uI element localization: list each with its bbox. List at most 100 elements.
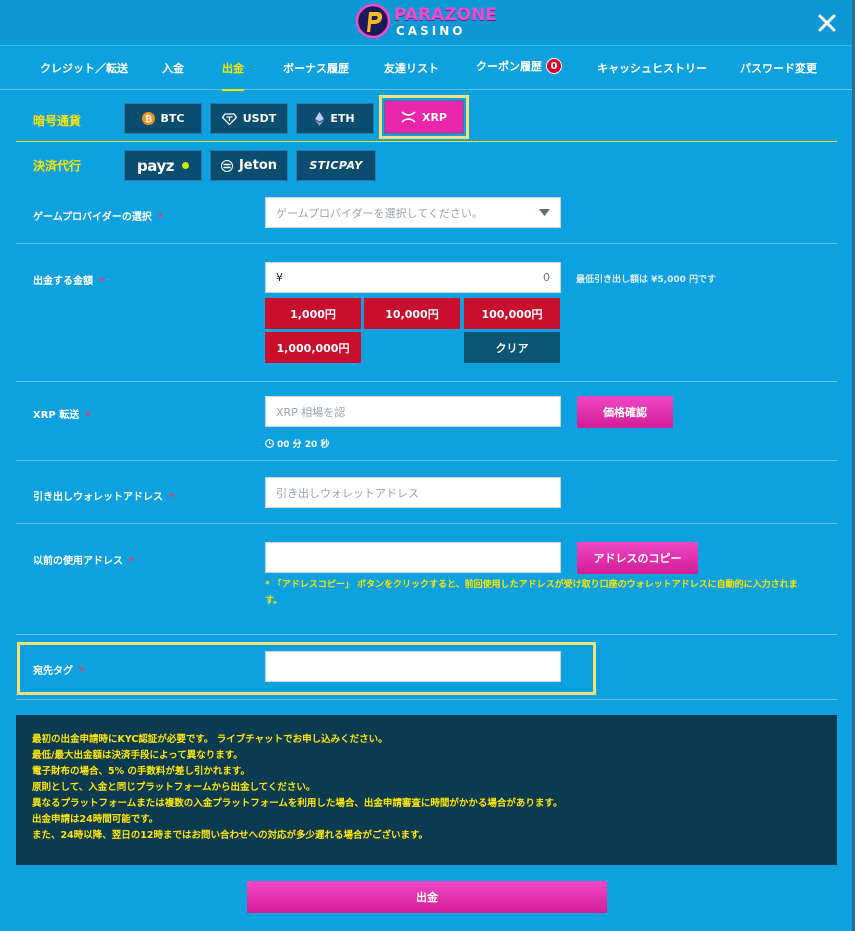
xrp-rate-placeholder: XRP 相場を認 — [276, 405, 346, 419]
wallet-address-placeholder: 引き出しウォレットアドレス — [276, 486, 419, 500]
brand-logo: PARAZONE CASINO — [356, 3, 506, 41]
info-line: 出金申請は24時間可能です。 — [32, 814, 159, 825]
tab-credit-transfer[interactable]: クレジット／転送 — [40, 60, 128, 76]
divider — [16, 243, 837, 244]
divider — [16, 634, 837, 635]
amount-label-text: 出金する金額 — [33, 276, 93, 287]
amount-preset-10000[interactable]: 10,000円 — [364, 298, 460, 329]
provider-label-text: ゲームプロバイダーの選択 — [33, 212, 152, 223]
info-line: また、24時以降、翌日の12時まではお問い合わせへの対応が多少遅れる場合がござい… — [32, 830, 428, 841]
svg-text:₿: ₿ — [144, 114, 151, 125]
withdrawal-modal: PARAZONE CASINO クレジット／転送 入金 出金 ボーナス履歴 友達… — [0, 0, 855, 931]
method-btc-label: BTC — [160, 112, 185, 125]
xrp-transfer-label: XRP 転送 * — [33, 406, 90, 421]
tab-coupon-history-label: クーポン履歴 — [476, 60, 542, 73]
divider — [16, 460, 837, 461]
divider — [16, 141, 837, 142]
method-btc-button[interactable]: ₿ BTC — [124, 103, 202, 134]
amount-preset-1000000[interactable]: 1,000,000円 — [265, 332, 361, 363]
currency-symbol: ¥ — [276, 271, 283, 284]
required-mark: * — [169, 492, 175, 503]
provider-select[interactable]: ゲームプロバイダーを選択してください。 — [265, 197, 561, 228]
xrp-rate-input[interactable]: XRP 相場を認 — [265, 396, 561, 427]
provider-select-placeholder: ゲームプロバイダーを選択してください。 — [276, 206, 483, 220]
divider — [16, 381, 837, 382]
logo-mark-icon — [356, 3, 390, 39]
divider — [16, 523, 837, 524]
wallet-address-label: 引き出しウォレットアドレス * — [33, 488, 174, 503]
copy-address-button[interactable]: アドレスのコピー — [577, 542, 698, 574]
tab-password-change[interactable]: パスワード変更 — [740, 60, 817, 76]
withdraw-submit-button[interactable]: 出金 — [247, 881, 607, 913]
required-mark: * — [85, 410, 91, 421]
xrp-icon — [401, 111, 416, 123]
amount-preset-1000[interactable]: 1,000円 — [265, 298, 361, 329]
payz-dot-icon — [181, 162, 189, 169]
method-sticpay-button[interactable]: STICPAY — [296, 150, 376, 181]
withdrawal-info-box: 最初の出金申請時にKYC認証が必要です。 ライブチャットでお申し込みください。 … — [16, 715, 837, 865]
brand-subname: CASINO — [396, 24, 466, 38]
required-mark: * — [129, 556, 135, 567]
method-usdt-label: USDT — [242, 112, 277, 125]
copy-address-note-line2: す。 — [265, 596, 283, 606]
min-withdrawal-note: 最低引き出し額は ¥5,000 円です — [576, 275, 716, 285]
provider-label: ゲームプロバイダーの選択 * — [33, 208, 163, 223]
method-xrp-label: XRP — [421, 110, 447, 124]
rate-timer-text: 00 分 20 秒 — [277, 440, 330, 450]
account-tabs: クレジット／転送 入金 出金 ボーナス履歴 友達リスト クーポン履歴 0 キャッシ… — [0, 46, 852, 91]
divider — [16, 699, 837, 700]
method-eth-button[interactable]: ETH — [296, 103, 374, 134]
previous-address-label-text: 以前の使用アドレス — [33, 556, 123, 567]
required-mark: * — [79, 666, 85, 677]
method-xrp-button[interactable]: XRP — [379, 95, 469, 139]
ethereum-icon — [315, 111, 325, 126]
brand-name: PARAZONE — [394, 5, 497, 25]
jeton-icon — [220, 159, 233, 172]
clear-amount-button[interactable]: クリア — [464, 332, 560, 363]
amount-preset-100000[interactable]: 100,000円 — [464, 298, 560, 329]
price-check-button[interactable]: 価格確認 — [577, 396, 673, 428]
chevron-down-icon — [539, 209, 550, 216]
tether-icon — [221, 112, 237, 125]
method-jeton-button[interactable]: Jeton — [210, 150, 288, 181]
amount-input[interactable]: ¥ 0 — [265, 262, 561, 293]
close-icon[interactable] — [816, 12, 838, 34]
destination-tag-input[interactable] — [265, 651, 561, 682]
copy-address-note-line1: * 「アドレスコピー」 ボタンをクリックすると、前回使用したアドレスが受け取り口… — [265, 580, 798, 590]
modal-header: PARAZONE CASINO — [0, 0, 852, 46]
payz-logo: payz — [137, 156, 174, 175]
method-usdt-button[interactable]: USDT — [210, 103, 288, 134]
tab-friend-list[interactable]: 友達リスト — [384, 60, 439, 76]
info-line: 電子財布の場合、5% の手数料が差し引かれます。 — [32, 766, 250, 777]
method-payz-button[interactable]: payz — [124, 150, 202, 181]
info-line: 最低/最大出金額は決済手段によって異なります。 — [32, 750, 243, 761]
jeton-logo: Jeton — [238, 158, 278, 173]
wallet-address-input[interactable]: 引き出しウォレットアドレス — [265, 477, 561, 508]
required-mark: * — [99, 276, 105, 287]
info-line: 異なるプラットフォームまたは複数の入金プラットフォームを利用した場合、出金申請審… — [32, 798, 563, 809]
previous-address-label: 以前の使用アドレス * — [33, 552, 134, 567]
tab-bonus-history[interactable]: ボーナス履歴 — [283, 60, 349, 76]
copy-address-note: * 「アドレスコピー」 ボタンをクリックすると、前回使用したアドレスが受け取り口… — [265, 577, 830, 609]
destination-tag-label-text: 宛先タグ — [33, 666, 73, 677]
tab-withdrawal[interactable]: 出金 — [222, 60, 244, 91]
clock-icon — [265, 439, 274, 448]
crypto-label: 暗号通貨 — [33, 114, 82, 128]
method-eth-label: ETH — [330, 112, 355, 125]
tab-deposit[interactable]: 入金 — [162, 60, 184, 76]
sticpay-logo: STICPAY — [309, 159, 363, 172]
amount-label: 出金する金額 * — [33, 272, 104, 287]
tab-coupon-history[interactable]: クーポン履歴 0 — [476, 58, 562, 74]
info-line: 最初の出金申請時にKYC認証が必要です。 ライブチャットでお申し込みください。 — [32, 734, 388, 745]
tab-cash-history[interactable]: キャッシュヒストリー — [597, 60, 707, 76]
payment-agent-label: 決済代行 — [33, 159, 82, 173]
info-line: 原則として、入金と同じプラットフォームから出金してください。 — [32, 782, 316, 793]
wallet-address-label-text: 引き出しウォレットアドレス — [33, 492, 163, 503]
previous-address-input[interactable] — [265, 542, 561, 573]
xrp-transfer-label-text: XRP 転送 — [33, 410, 80, 421]
destination-tag-label: 宛先タグ * — [33, 662, 84, 677]
rate-timer: 00 分 20 秒 — [265, 437, 329, 450]
coupon-count-badge: 0 — [546, 58, 562, 74]
required-mark: * — [157, 212, 163, 223]
bitcoin-icon: ₿ — [141, 112, 155, 125]
